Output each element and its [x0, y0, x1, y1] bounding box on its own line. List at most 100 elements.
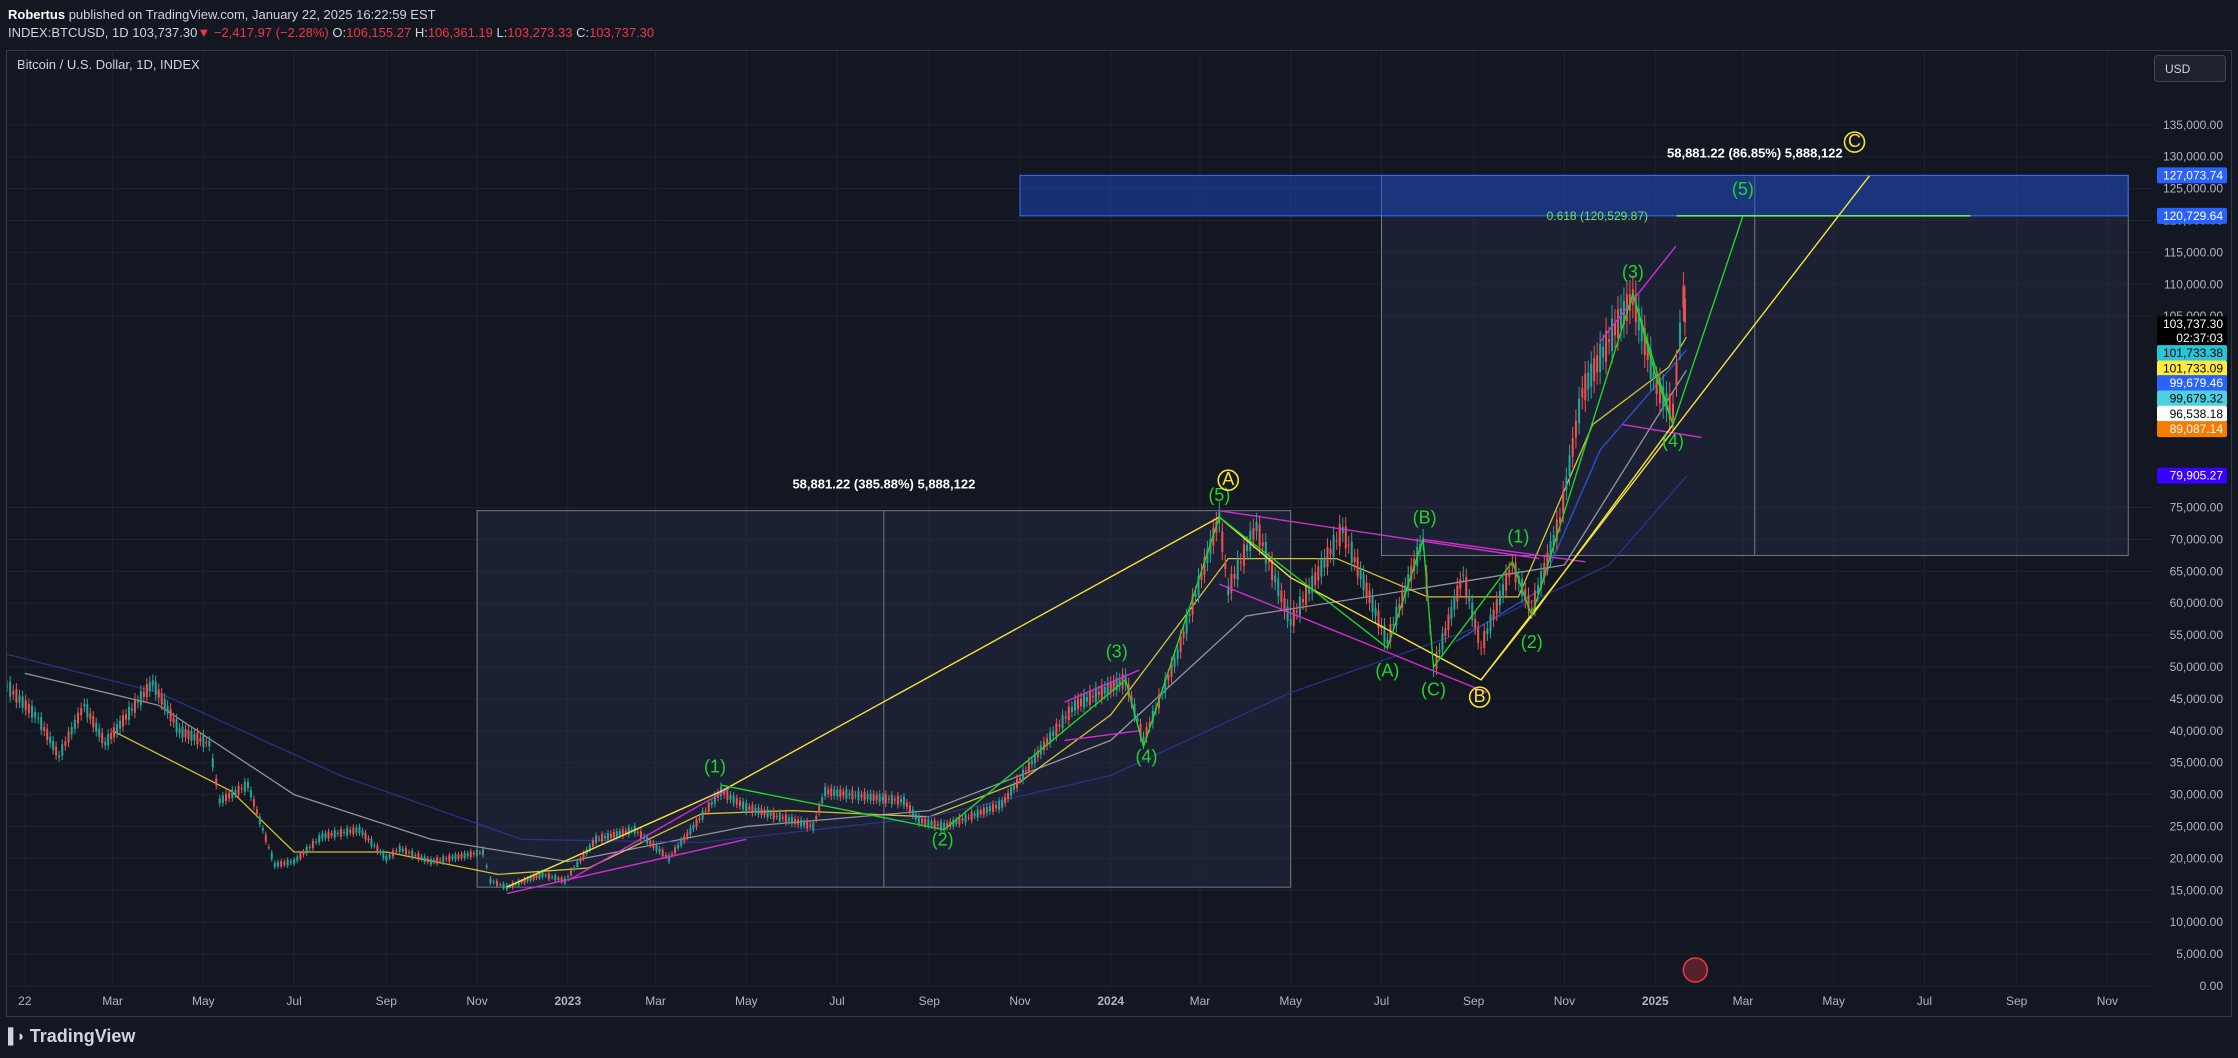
y-tick-label: 5,000.00	[2176, 947, 2223, 961]
candle-body	[73, 719, 76, 730]
candle-body	[261, 828, 264, 831]
candle-body	[255, 809, 258, 814]
candle-body	[249, 790, 252, 798]
candle-body	[809, 824, 812, 827]
candle-body	[671, 853, 674, 856]
y-tick-label: 130,000.00	[2163, 150, 2223, 164]
candle-body	[1314, 572, 1317, 586]
candle-body	[1495, 599, 1498, 614]
candle-body	[1097, 691, 1100, 695]
x-tick-label: Mar	[1733, 994, 1754, 1008]
candle-body	[655, 845, 658, 851]
candle-body	[139, 691, 142, 706]
candle-body	[107, 734, 110, 746]
open-label: O:	[332, 25, 347, 40]
candle-body	[601, 834, 604, 842]
candle-body	[698, 818, 701, 820]
price-axis-tag-label: 127,073.74	[2163, 168, 2223, 182]
candle-body	[735, 798, 738, 805]
candle-body	[1332, 535, 1335, 558]
candle-body	[1289, 619, 1292, 626]
candle-body	[273, 862, 276, 867]
candle-body	[1326, 547, 1329, 568]
candle-body	[603, 835, 606, 839]
candle-body	[398, 845, 401, 852]
candle-body	[649, 840, 652, 845]
candle-body	[70, 726, 73, 735]
candle-body	[845, 789, 848, 799]
y-tick-label: 115,000.00	[2164, 245, 2223, 259]
elliott-wave-label: (2)	[1521, 632, 1543, 652]
fib-618-label: 0.618 (120,529.87)	[1547, 209, 1648, 223]
event-flag-icon	[1682, 957, 1709, 983]
x-tick-label: Jul	[1917, 994, 1932, 1008]
price-axis-tag-label: 99,679.32	[2170, 391, 2224, 405]
candle-body	[151, 680, 154, 686]
candle-body	[1224, 562, 1227, 570]
candle-body	[472, 852, 475, 855]
candle-body	[1233, 574, 1236, 579]
x-tick-label: Jul	[1374, 994, 1389, 1008]
candle-body	[732, 795, 735, 804]
candle-body	[7, 686, 8, 688]
candle-body	[52, 740, 55, 750]
candle-body	[67, 731, 70, 743]
candle-body	[333, 830, 336, 838]
candle-body	[1030, 760, 1033, 765]
candle-body	[1590, 363, 1593, 387]
candle-body	[1672, 403, 1675, 421]
candle-body	[293, 859, 296, 864]
candle-body	[1508, 569, 1511, 577]
y-tick-label: 65,000.00	[2170, 564, 2224, 578]
candle-body	[296, 856, 299, 861]
high-value: 106,361.19	[427, 25, 493, 40]
candle-body	[738, 800, 741, 807]
price-change: −2,417.97 (−2.28%)	[213, 25, 329, 40]
candle-body	[595, 835, 598, 843]
candle-body	[927, 819, 930, 826]
candle-body	[299, 853, 302, 859]
candle-body	[1067, 706, 1070, 720]
candle-body	[781, 817, 784, 819]
elliott-wave-label: (4)	[1135, 747, 1157, 767]
candle-body	[1274, 575, 1277, 583]
candle-body	[976, 809, 979, 818]
candle-body	[466, 853, 469, 857]
candle-body	[1052, 731, 1055, 737]
candle-body	[964, 814, 967, 823]
candle-body	[1085, 697, 1088, 702]
price-axis-tag-label: 120,729.64	[2163, 209, 2223, 223]
candle-body	[541, 871, 544, 878]
candle-body	[154, 681, 157, 695]
candle-body	[305, 847, 308, 854]
candle-body	[24, 700, 27, 711]
candle-body	[404, 848, 407, 855]
candle-body	[208, 740, 211, 747]
candle-body	[1568, 455, 1571, 476]
candle-body	[1450, 606, 1453, 619]
candle-body	[695, 819, 698, 827]
candle-body	[1061, 714, 1064, 729]
candle-body	[998, 801, 1001, 810]
candle-body	[1018, 778, 1021, 781]
candle-body	[606, 832, 609, 840]
candle-body	[921, 818, 924, 824]
candle-body	[1599, 343, 1602, 372]
candle-body	[612, 831, 615, 838]
candle-body	[1082, 694, 1085, 708]
candle-body	[451, 856, 454, 859]
candle-body	[763, 810, 766, 816]
candle-body	[936, 823, 939, 827]
candle-body	[1477, 628, 1480, 643]
candle-body	[1616, 309, 1619, 338]
candle-body	[1221, 531, 1224, 552]
author-name[interactable]: Robertus	[8, 7, 65, 22]
candle-body	[917, 816, 920, 824]
candle-body	[1074, 700, 1077, 711]
candle-body	[1350, 541, 1353, 563]
currency-button[interactable]: USD	[2154, 55, 2226, 82]
candle-body	[12, 690, 15, 695]
price-chart[interactable]: Bitcoin / U.S. Dollar, 1D, INDEX 0.00 5,00…	[7, 51, 2231, 1016]
candle-body	[760, 808, 763, 815]
x-tick-label: May	[1279, 994, 1302, 1008]
